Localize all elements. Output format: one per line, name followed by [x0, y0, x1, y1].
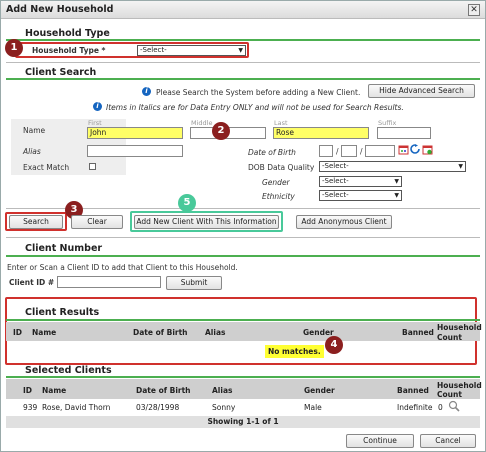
client-id-input[interactable]: [57, 276, 161, 288]
pagination-status: Showing 1-1 of 1: [6, 416, 480, 428]
name-label: Name: [23, 126, 46, 135]
column-header-household[interactable]: Household: [437, 323, 482, 332]
middle-sublabel: Middle: [191, 119, 213, 127]
continue-button[interactable]: Continue: [346, 434, 414, 448]
suffix-input[interactable]: [377, 127, 431, 139]
no-matches-message: No matches.: [265, 345, 324, 358]
row-count: 0: [438, 403, 443, 412]
ethnicity-select[interactable]: -Select- ▼: [319, 190, 402, 201]
client-search-heading: Client Search: [25, 67, 97, 78]
date-separator: /: [360, 147, 363, 156]
window-title: Add New Household: [6, 4, 114, 15]
callout-badge-2: 2: [212, 122, 230, 140]
search-notice: Please Search the System before adding a…: [156, 88, 361, 97]
column-header-name[interactable]: Name: [32, 328, 56, 337]
date-separator: /: [336, 147, 339, 156]
column-header-gender[interactable]: Gender: [303, 328, 334, 337]
row-alias: Sonny: [212, 403, 236, 412]
dob-month-input[interactable]: [319, 145, 333, 157]
add-anonymous-client-button[interactable]: Add Anonymous Client: [296, 215, 392, 229]
selected-clients-heading: Selected Clients: [25, 365, 112, 376]
gender-label: Gender: [262, 178, 290, 187]
column-header-banned[interactable]: Banned: [397, 386, 429, 395]
search-button[interactable]: Search: [9, 215, 63, 229]
divider: [6, 376, 480, 378]
row-banned: Indefinite: [397, 403, 433, 412]
column-header-dob[interactable]: Date of Birth: [136, 386, 191, 395]
suffix-sublabel: Suffix: [378, 119, 397, 127]
column-header-dob[interactable]: Date of Birth: [133, 328, 188, 337]
exact-match-label: Exact Match: [23, 163, 70, 172]
client-number-heading: Client Number: [25, 243, 103, 254]
column-header-id[interactable]: ID: [13, 328, 22, 337]
client-number-instruction: Enter or Scan a Client ID to add that Cl…: [7, 263, 238, 272]
row-dob: 03/28/1998: [136, 403, 180, 412]
divider: [6, 255, 480, 257]
dob-day-input[interactable]: [341, 145, 357, 157]
info-icon: i: [93, 102, 102, 111]
alias-label: Alias: [23, 147, 41, 156]
column-header-banned[interactable]: Banned: [402, 328, 434, 337]
callout-badge-4: 4: [325, 336, 343, 354]
row-id: 939: [23, 403, 38, 412]
clear-button[interactable]: Clear: [71, 215, 123, 229]
last-sublabel: Last: [274, 119, 288, 127]
column-header-alias[interactable]: Alias: [212, 386, 232, 395]
callout-badge-5: 5: [178, 194, 196, 212]
dob-year-input[interactable]: [365, 145, 395, 157]
first-name-input[interactable]: John: [87, 127, 183, 139]
info-icon: i: [142, 87, 151, 96]
column-header-count[interactable]: Count: [437, 390, 462, 399]
household-type-heading: Household Type: [25, 28, 110, 39]
column-header-gender[interactable]: Gender: [304, 386, 335, 395]
submit-button[interactable]: Submit: [166, 276, 222, 290]
column-header-id[interactable]: ID: [23, 386, 32, 395]
chevron-down-icon: ▼: [394, 192, 399, 199]
italics-notice: Items in Italics are for Data Entry ONLY…: [106, 103, 404, 112]
first-sublabel: First: [88, 119, 102, 127]
gender-select[interactable]: -Select- ▼: [319, 176, 402, 187]
dob-quality-select[interactable]: -Select- ▼: [319, 161, 466, 172]
household-type-select[interactable]: -Select- ▼: [137, 45, 246, 56]
column-header-count[interactable]: Count: [437, 333, 462, 342]
add-new-client-button[interactable]: Add New Client With This Information: [134, 215, 279, 229]
close-icon[interactable]: ✕: [468, 4, 480, 16]
client-results-heading: Client Results: [25, 307, 100, 318]
refresh-icon[interactable]: [410, 144, 421, 155]
exact-match-checkbox[interactable]: [89, 163, 96, 170]
title-bar: Add New Household ✕: [1, 1, 485, 19]
chevron-down-icon: ▼: [238, 47, 243, 54]
cancel-button[interactable]: Cancel: [420, 434, 476, 448]
add-household-dialog: Add New Household ✕ Household Type 1 Hou…: [0, 0, 486, 452]
row-name: Rose, David Thorn: [42, 403, 111, 412]
last-name-input[interactable]: Rose: [273, 127, 369, 139]
dob-label: Date of Birth: [248, 148, 296, 157]
client-id-label: Client ID #: [9, 278, 55, 287]
divider: [6, 237, 480, 238]
hide-advanced-search-button[interactable]: Hide Advanced Search: [368, 84, 475, 98]
calendar-icon[interactable]: [398, 144, 409, 155]
column-header-household[interactable]: Household: [437, 381, 482, 390]
chevron-down-icon: ▼: [394, 178, 399, 185]
household-type-label: Household Type *: [32, 46, 106, 55]
dob-quality-label: DOB Data Quality: [248, 163, 315, 172]
alias-input[interactable]: [87, 145, 183, 157]
callout-badge-1: 1: [5, 39, 23, 57]
divider: [6, 319, 480, 321]
magnify-icon[interactable]: [448, 400, 460, 412]
column-header-name[interactable]: Name: [42, 386, 66, 395]
divider: [6, 62, 480, 63]
column-header-alias[interactable]: Alias: [205, 328, 225, 337]
calendar-clear-icon[interactable]: [422, 144, 433, 155]
divider: [6, 39, 480, 41]
ethnicity-label: Ethnicity: [262, 192, 295, 201]
row-gender: Male: [304, 403, 322, 412]
divider: [6, 78, 480, 80]
chevron-down-icon: ▼: [458, 163, 463, 170]
